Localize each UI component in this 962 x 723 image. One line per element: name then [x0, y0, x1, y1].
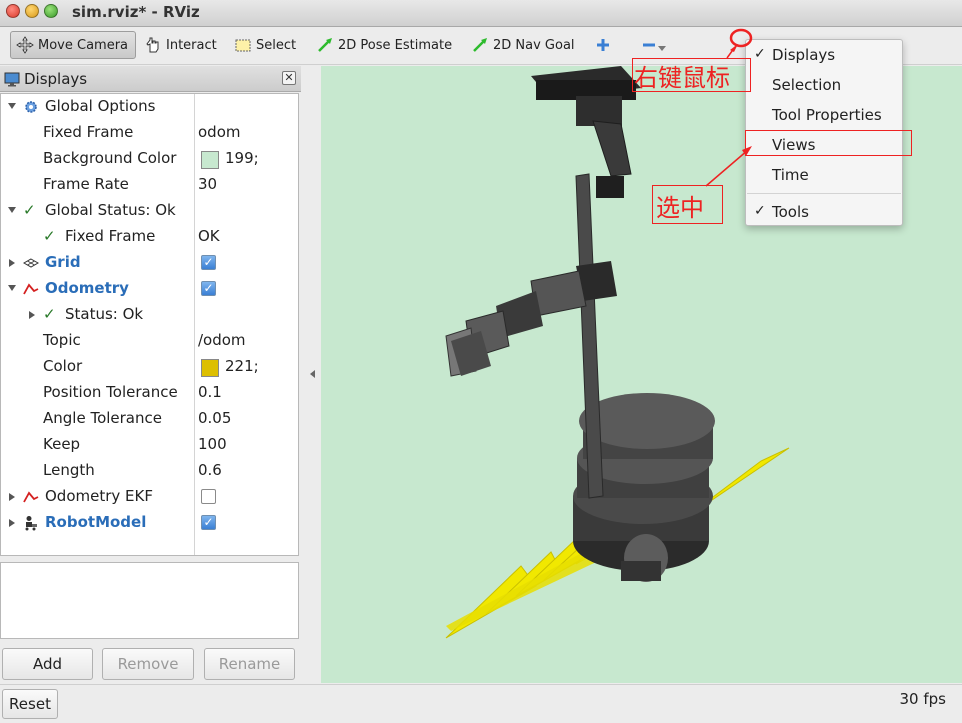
rviz-window: sim.rviz* - RViz Move Camera Interact Se… — [0, 0, 962, 723]
fps-readout: 30 fps — [899, 690, 946, 708]
annotation-arrow-line — [705, 149, 749, 187]
status-bar: Reset 30 fps — [0, 684, 962, 723]
annotation-arrows — [705, 28, 753, 187]
mouse-click-marker — [729, 28, 753, 48]
reset-button[interactable]: Reset — [2, 689, 58, 719]
